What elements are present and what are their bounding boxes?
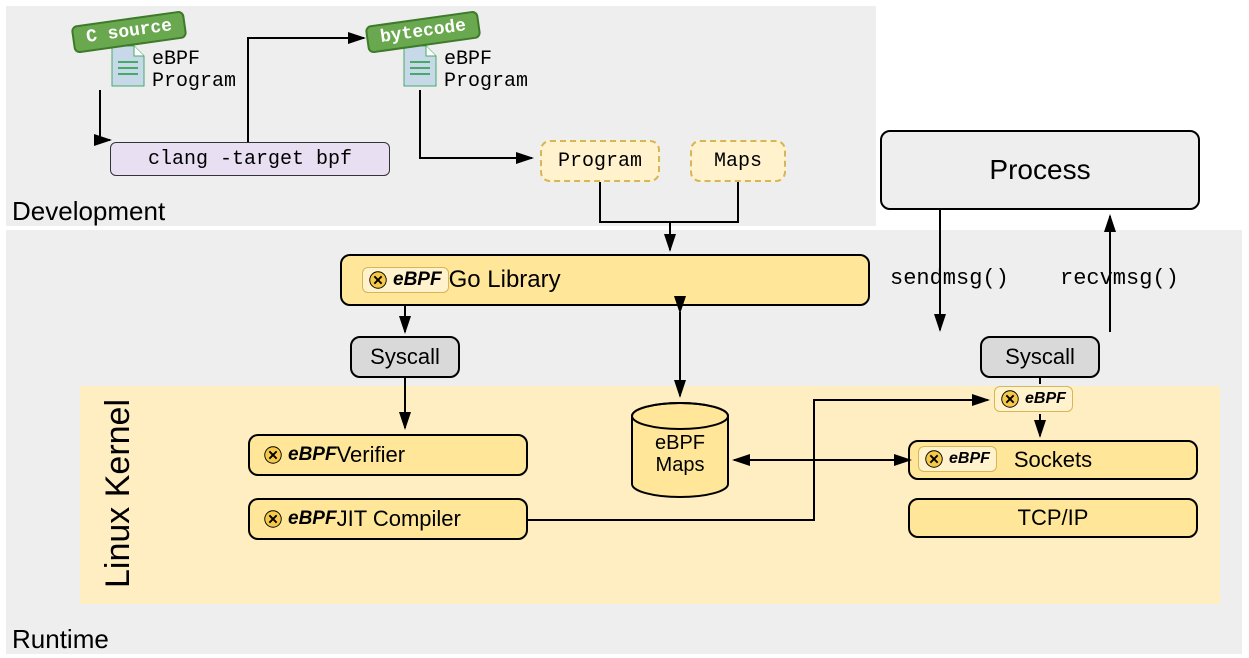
recvmsg-label: recvmsg()	[1060, 266, 1179, 291]
program-text: Program	[558, 150, 642, 173]
ebpf-program-1-line1: eBPF	[152, 48, 200, 71]
jit-text: JIT Compiler	[337, 506, 461, 532]
clang-cmd-text: clang -target bpf	[148, 148, 352, 171]
maps-cyl-line1: eBPF	[655, 432, 705, 454]
sockets-text: Sockets	[1014, 447, 1092, 473]
process-text: Process	[989, 154, 1090, 186]
ebpf-hook-syscall: eBPF	[994, 386, 1073, 412]
ebpf-program-2-line1: eBPF	[444, 48, 492, 71]
jit-box: eBPF JIT Compiler	[248, 498, 528, 540]
ebpf-program-1-line2: Program	[152, 70, 236, 93]
ebpf-logo-text: eBPF	[288, 508, 337, 530]
bee-icon	[999, 388, 1021, 410]
maps-cyl-line2: Maps	[656, 454, 705, 476]
process-box: Process	[880, 130, 1200, 210]
document-icon	[402, 44, 438, 88]
linux-kernel-label: Linux Kernel	[99, 399, 138, 588]
syscall-right-text: Syscall	[1005, 344, 1075, 370]
maps-text: Maps	[714, 150, 762, 173]
tcpip-text: TCP/IP	[1018, 505, 1089, 531]
ebpf-chip-text: eBPF	[949, 450, 990, 468]
bee-icon	[923, 448, 945, 470]
ebpf-program-2-line2: Program	[444, 70, 528, 93]
go-library-text: Go Library	[449, 266, 561, 294]
syscall-left-box: Syscall	[350, 336, 460, 378]
sendmsg-label: sendmsg()	[890, 266, 1009, 291]
verifier-box: eBPF Verifier	[248, 434, 528, 476]
ebpf-hook-sockets: eBPF	[918, 446, 997, 472]
bee-icon	[367, 269, 389, 291]
linux-kernel-text: Linux Kernel	[99, 399, 137, 588]
verifier-text: Verifier	[337, 442, 405, 468]
bee-icon	[262, 508, 284, 530]
clang-box: clang -target bpf	[110, 142, 390, 176]
ebpf-logo-text: eBPF	[288, 444, 337, 466]
syscall-right-box: Syscall	[980, 336, 1100, 378]
ebpf-maps-cylinder: eBPF Maps	[630, 402, 730, 498]
bee-icon	[262, 444, 284, 466]
ebpf-chip-text: eBPF	[1025, 390, 1066, 408]
program-box: Program	[540, 140, 660, 182]
syscall-left-text: Syscall	[370, 344, 440, 370]
maps-box: Maps	[690, 140, 786, 182]
runtime-label: Runtime	[12, 624, 109, 655]
development-label: Development	[12, 196, 165, 227]
ebpf-logo-chip: eBPF	[362, 267, 449, 293]
ebpf-logo-text: eBPF	[393, 269, 442, 291]
go-library-box: eBPF Go Library	[340, 254, 870, 306]
document-icon	[110, 44, 146, 88]
tcpip-box: TCP/IP	[908, 498, 1198, 538]
